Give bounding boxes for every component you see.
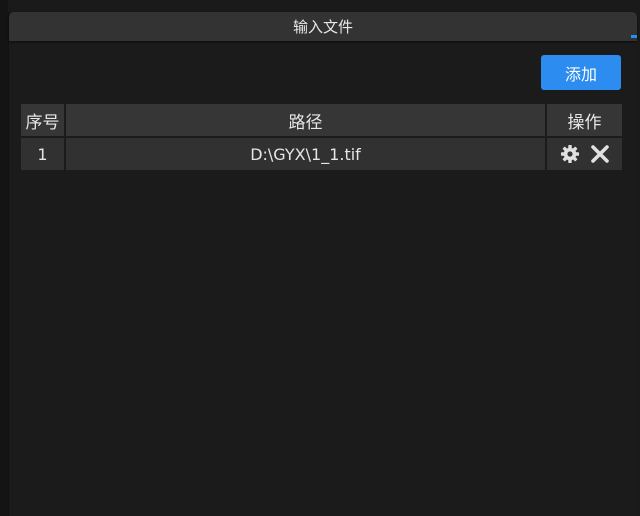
close-icon[interactable] — [590, 144, 610, 164]
column-header-actions: 操作 — [547, 104, 622, 136]
table-row: 1 D:\GYX\1_1.tif — [21, 138, 622, 170]
screen: 输入文件 添加 序号 路径 操作 1 D:\GYX\1_1.tif — [0, 0, 640, 516]
row-index: 1 — [21, 138, 64, 170]
gear-icon[interactable] — [560, 144, 580, 164]
add-button[interactable]: 添加 — [541, 55, 621, 90]
accent-edge — [631, 35, 637, 38]
dialog-titlebar[interactable]: 输入文件 — [9, 12, 637, 41]
column-header-path: 路径 — [66, 104, 545, 136]
table-header-row: 序号 路径 操作 — [21, 104, 622, 136]
background-panel — [0, 0, 8, 516]
column-header-index: 序号 — [21, 104, 64, 136]
dialog-title: 输入文件 — [292, 18, 353, 36]
row-path: D:\GYX\1_1.tif — [66, 138, 545, 170]
files-table: 序号 路径 操作 1 D:\GYX\1_1.tif — [21, 104, 622, 172]
input-files-dialog: 输入文件 添加 序号 路径 操作 1 D:\GYX\1_1.tif — [8, 12, 637, 516]
row-actions — [547, 138, 622, 170]
